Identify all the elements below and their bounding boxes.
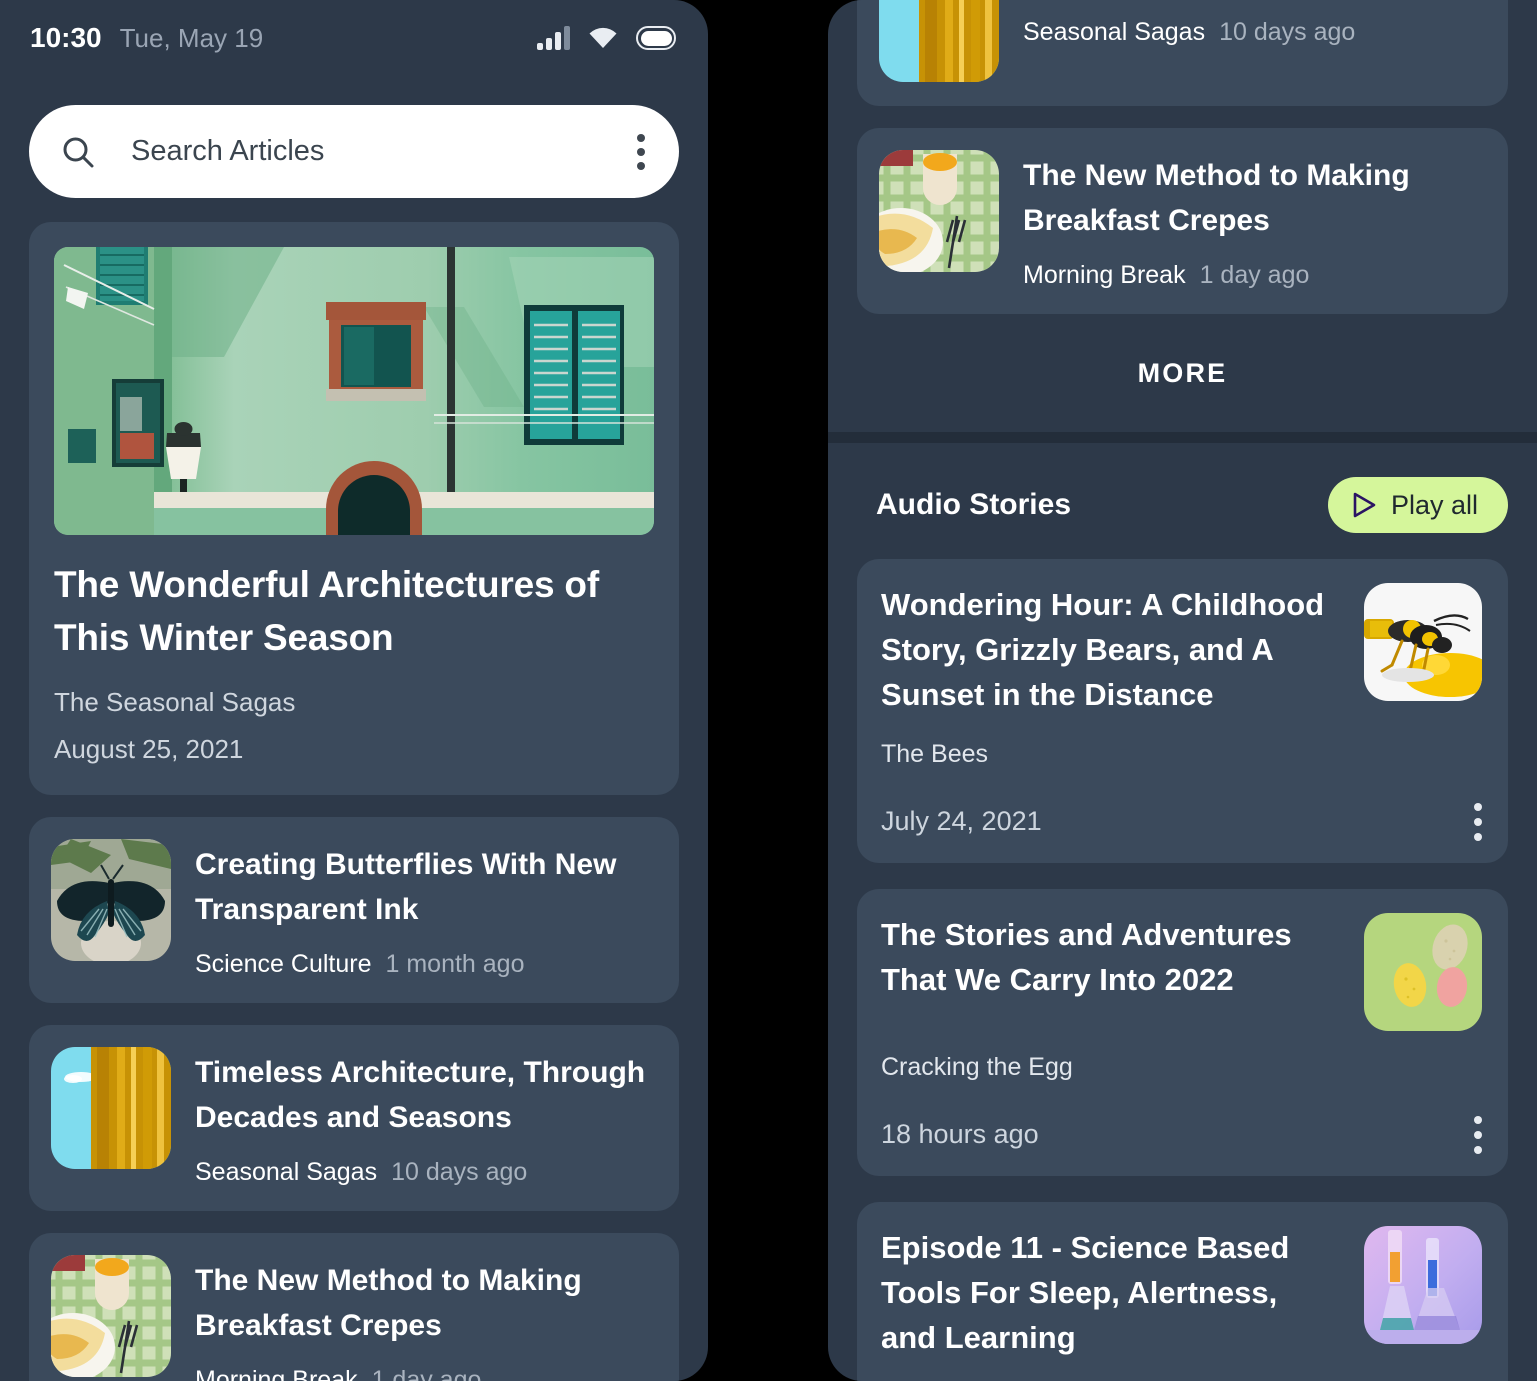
audio-story-source: The Bees xyxy=(881,739,989,768)
search-icon xyxy=(61,135,95,169)
audio-story-title: Episode 11 - Science Based Tools For Sle… xyxy=(881,1229,1290,1355)
article-source: Morning Break xyxy=(1023,261,1186,289)
article-source: Seasonal Sagas xyxy=(195,1157,378,1186)
play-all-label: Play all xyxy=(1390,489,1478,520)
article-text: The New Method to Making Breakfast Crepe… xyxy=(1023,150,1484,290)
hero-article-title: The Wonderful Architectures of This Wint… xyxy=(54,564,599,658)
article-thumbnail xyxy=(879,0,999,82)
search-input[interactable]: Search Articles xyxy=(131,135,629,168)
audio-story-source: Cracking the Egg xyxy=(881,1052,1073,1081)
hero-article-source: The Seasonal Sagas xyxy=(54,686,296,717)
play-all-button[interactable]: Play all xyxy=(1327,477,1508,533)
article-text: Timeless Architecture, Through Decades a… xyxy=(195,1047,655,1187)
section-divider xyxy=(828,432,1537,443)
hero-article-date: August 25, 2021 xyxy=(54,733,244,764)
audio-story-footer: 18 hours ago xyxy=(881,1115,1482,1154)
article-thumbnail xyxy=(51,1046,171,1169)
article-timestamp: 1 month ago xyxy=(385,949,525,978)
search-overflow-menu-icon[interactable] xyxy=(629,128,653,176)
signal-icon xyxy=(537,26,570,50)
audio-story-thumbnail xyxy=(1364,1225,1482,1344)
search-bar[interactable]: Search Articles xyxy=(29,105,679,198)
article-source: Science Culture xyxy=(195,949,372,978)
left-phone-panel: 10:30 Tue, May 19 Search Articles The Wo… xyxy=(0,0,708,1381)
status-bar: 10:30 Tue, May 19 xyxy=(0,0,708,76)
article-title: Creating Butterflies With New Transparen… xyxy=(195,847,617,926)
article-thumbnail xyxy=(879,150,999,272)
article-timestamp: 1 day ago xyxy=(1199,261,1310,289)
audio-story-date: July 24, 2021 xyxy=(881,806,1042,837)
article-text: Creating Butterflies With New Transparen… xyxy=(195,839,655,979)
audio-story-overflow-menu-icon[interactable] xyxy=(1474,802,1482,841)
article-text: The New Method to Making Breakfast Crepe… xyxy=(195,1255,655,1381)
article-timestamp: 10 days ago xyxy=(1219,18,1356,46)
audio-stories-list: Wondering Hour: A Childhood Story, Grizz… xyxy=(828,559,1537,1381)
audio-story-card[interactable]: Episode 11 - Science Based Tools For Sle… xyxy=(857,1201,1508,1381)
status-bar-date: Tue, May 19 xyxy=(119,22,264,53)
audio-story-thumbnail xyxy=(1364,583,1482,701)
article-list-item-partial[interactable]: Seasonal Sagas 10 days ago xyxy=(857,0,1508,106)
hero-article-image xyxy=(54,247,654,535)
more-button-row: MORE xyxy=(828,314,1537,432)
article-thumbnail xyxy=(51,838,171,961)
article-timestamp: 1 day ago xyxy=(371,1365,482,1381)
article-title: The New Method to Making Breakfast Crepe… xyxy=(195,1263,582,1342)
article-meta: Seasonal Sagas 10 days ago xyxy=(1023,18,1484,47)
audio-story-date: 18 hours ago xyxy=(881,1119,1039,1150)
article-timestamp: 10 days ago xyxy=(391,1157,528,1186)
article-title: Timeless Architecture, Through Decades a… xyxy=(195,1055,646,1134)
audio-story-thumbnail xyxy=(1364,912,1482,1031)
article-list-item[interactable]: Timeless Architecture, Through Decades a… xyxy=(29,1024,679,1211)
audio-story-title: Wondering Hour: A Childhood Story, Grizz… xyxy=(881,587,1325,712)
play-triangle-icon xyxy=(1352,492,1376,518)
battery-icon xyxy=(636,26,676,50)
article-feed-continued: Seasonal Sagas 10 days ago The New Metho… xyxy=(828,0,1537,314)
right-phone-panel: Seasonal Sagas 10 days ago The New Metho… xyxy=(828,0,1537,1381)
screenshot-stage: 10:30 Tue, May 19 Search Articles The Wo… xyxy=(0,0,1537,1381)
status-bar-time: 10:30 xyxy=(30,22,102,53)
audio-story-card[interactable]: The Stories and Adventures That We Carry… xyxy=(857,888,1508,1176)
article-meta: Morning Break 1 day ago xyxy=(1023,261,1484,290)
article-title: The New Method to Making Breakfast Crepe… xyxy=(1023,159,1410,237)
audio-story-footer: July 24, 2021 xyxy=(881,802,1482,841)
article-feed: The Wonderful Architectures of This Wint… xyxy=(0,222,708,1381)
status-bar-indicators xyxy=(537,26,676,50)
more-button[interactable]: MORE xyxy=(1138,358,1228,389)
audio-story-top: Wondering Hour: A Childhood Story, Grizz… xyxy=(881,583,1482,718)
article-list-item[interactable]: The New Method to Making Breakfast Crepe… xyxy=(857,128,1508,314)
article-source: Seasonal Sagas xyxy=(1023,18,1206,46)
article-meta: Science Culture 1 month ago xyxy=(195,950,655,979)
article-list-item[interactable]: The New Method to Making Breakfast Crepe… xyxy=(29,1232,679,1381)
article-text: Seasonal Sagas 10 days ago xyxy=(1023,0,1484,47)
audio-story-top: The Stories and Adventures That We Carry… xyxy=(881,912,1482,1031)
wifi-icon xyxy=(588,27,618,49)
article-source: Morning Break xyxy=(195,1365,358,1381)
article-thumbnail xyxy=(51,1254,171,1377)
audio-story-title: The Stories and Adventures That We Carry… xyxy=(881,916,1292,997)
audio-stories-title: Audio Stories xyxy=(876,488,1072,521)
hero-article-card[interactable]: The Wonderful Architectures of This Wint… xyxy=(29,222,679,795)
article-meta: Seasonal Sagas 10 days ago xyxy=(195,1158,655,1187)
article-list-item[interactable]: Creating Butterflies With New Transparen… xyxy=(29,816,679,1003)
audio-stories-header: Audio Stories Play all xyxy=(828,443,1537,533)
article-meta: Morning Break 1 day ago xyxy=(195,1366,655,1381)
audio-story-card[interactable]: Wondering Hour: A Childhood Story, Grizz… xyxy=(857,559,1508,863)
audio-story-top: Episode 11 - Science Based Tools For Sle… xyxy=(881,1225,1482,1361)
audio-story-overflow-menu-icon[interactable] xyxy=(1474,1115,1482,1154)
